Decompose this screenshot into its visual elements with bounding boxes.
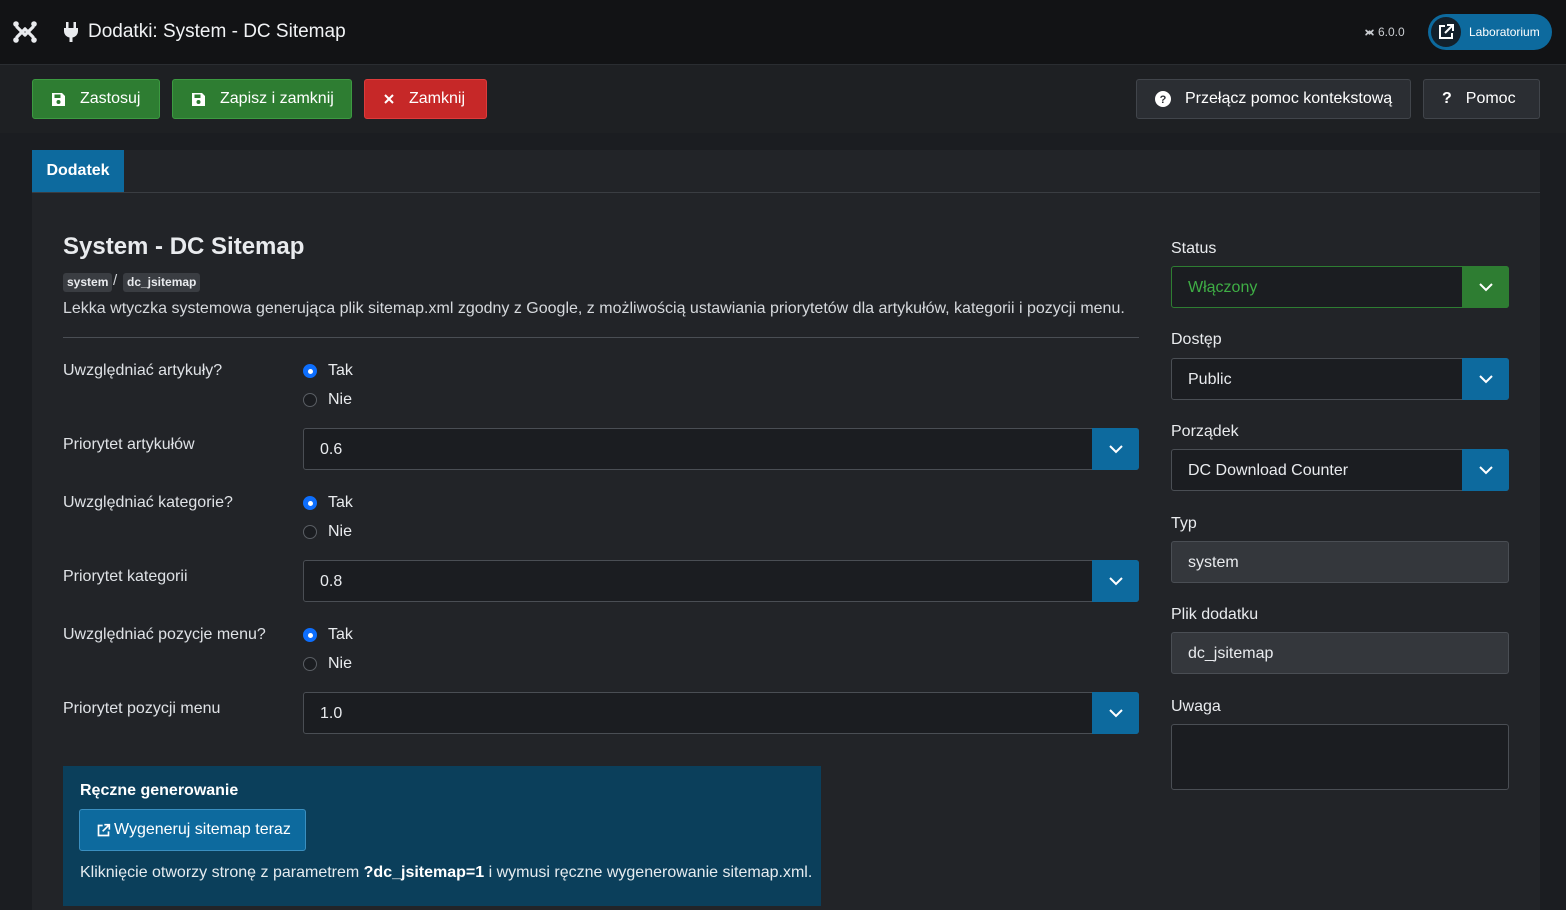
note-textarea[interactable] <box>1171 724 1509 790</box>
save-close-label: Zapisz i zamknij <box>220 90 334 107</box>
version-text: 6.0.0 <box>1378 25 1405 39</box>
status-label: Status <box>1171 240 1217 257</box>
plugin-title: System - DC Sitemap <box>63 233 305 260</box>
version-badge: 6.0.0 <box>1364 25 1405 39</box>
include-articles-label: Uwzględniać artykuły? <box>63 362 223 379</box>
svg-text:?: ? <box>1160 94 1167 106</box>
select-value: Public <box>1188 371 1232 388</box>
categories-priority-label: Priorytet kategorii <box>63 568 188 585</box>
radio-checked[interactable] <box>303 364 317 378</box>
note-text-before: Kliknięcie otworzy stronę z parametrem <box>80 864 364 881</box>
radio-label: Nie <box>328 391 353 408</box>
context-help-button[interactable]: ? Przełącz pomoc kontekstową <box>1136 79 1411 119</box>
plugin-group-badge: system <box>63 273 113 292</box>
tab-divider <box>32 192 1540 193</box>
select-value: DC Download Counter <box>1188 462 1349 479</box>
ordering-label: Porządek <box>1171 423 1239 440</box>
select-value: 0.8 <box>320 573 343 590</box>
note-label: Uwaga <box>1171 698 1221 715</box>
question-circle-icon: ? <box>1155 91 1171 107</box>
menu-priority-select[interactable]: 1.0 <box>303 692 1139 734</box>
close-label: Zamknij <box>409 90 466 107</box>
radio-label: Tak <box>328 626 353 643</box>
apply-label: Zastosuj <box>80 90 141 107</box>
menu-priority-label: Priorytet pozycji menu <box>63 700 221 717</box>
include-menu-no[interactable]: Nie <box>303 655 352 673</box>
close-icon <box>383 93 395 105</box>
close-button[interactable]: Zamknij <box>364 79 487 119</box>
include-menu-label: Uwzględniać pozycje menu? <box>63 626 266 643</box>
include-articles-yes[interactable]: Tak <box>303 362 353 380</box>
plugin-element-badge: dc_jsitemap <box>123 273 201 292</box>
select-value: 1.0 <box>320 705 343 722</box>
radio-unchecked[interactable] <box>303 657 317 671</box>
note-param: ?dc_jsitemap=1 <box>363 864 485 881</box>
save-icon <box>51 92 66 107</box>
chevron-down-icon[interactable] <box>1092 560 1139 602</box>
badge-separator: / <box>113 272 118 289</box>
header-bar: Dodatki: System - DC Sitemap 6.0.0 Labor… <box>0 0 1566 65</box>
context-help-label: Przełącz pomoc kontekstową <box>1185 90 1393 107</box>
external-link-icon <box>1431 17 1461 47</box>
page-title: Dodatki: System - DC Sitemap <box>88 21 346 42</box>
help-label: Pomoc <box>1465 90 1516 107</box>
radio-label: Tak <box>328 494 353 511</box>
note-text-after: i wymusi ręczne wygenerowanie sitemap.xm… <box>484 864 813 881</box>
question-icon: ? <box>1442 90 1452 107</box>
radio-label: Tak <box>328 362 353 379</box>
radio-label: Nie <box>328 523 353 540</box>
radio-checked[interactable] <box>303 496 317 510</box>
chevron-down-icon[interactable] <box>1092 428 1139 470</box>
ordering-select[interactable]: DC Download Counter <box>1171 449 1509 491</box>
type-field: system <box>1171 541 1509 583</box>
help-button[interactable]: ? Pomoc <box>1423 79 1540 119</box>
manual-generation-title: Ręczne generowanie <box>80 782 239 799</box>
manual-generation-note: Kliknięcie otworzy stronę z parametrem ?… <box>80 864 812 882</box>
plug-icon <box>64 22 78 42</box>
chevron-down-icon[interactable] <box>1462 266 1509 308</box>
joomla-logo-icon <box>1365 29 1374 35</box>
field-value: system <box>1188 554 1239 571</box>
plugin-file-label: Plik dodatku <box>1171 606 1259 623</box>
tab-plugin[interactable]: Dodatek <box>32 150 124 192</box>
generate-sitemap-button[interactable]: Wygeneruj sitemap teraz <box>79 809 306 851</box>
toolbar: Zastosuj Zapisz i zamknij Zamknij ? Prze… <box>0 65 1566 133</box>
site-link-label: Laboratorium <box>1469 25 1540 39</box>
chevron-down-icon[interactable] <box>1462 358 1509 400</box>
include-articles-no[interactable]: Nie <box>303 391 352 409</box>
include-categories-label: Uwzględniać kategorie? <box>63 494 233 511</box>
site-link-button[interactable]: Laboratorium <box>1428 14 1552 50</box>
select-value: Włączony <box>1188 279 1258 296</box>
access-select[interactable]: Public <box>1171 358 1509 400</box>
external-link-icon <box>96 823 111 838</box>
plugin-description: Lekka wtyczka systemowa generująca plik … <box>63 300 1125 317</box>
chevron-down-icon[interactable] <box>1092 692 1139 734</box>
plugin-file-field: dc_jsitemap <box>1171 632 1509 674</box>
include-categories-no[interactable]: Nie <box>303 523 352 541</box>
select-value: 0.6 <box>320 441 343 458</box>
radio-unchecked[interactable] <box>303 525 317 539</box>
categories-priority-select[interactable]: 0.8 <box>303 560 1139 602</box>
radio-label: Nie <box>328 655 353 672</box>
save-icon <box>191 92 206 107</box>
include-categories-yes[interactable]: Tak <box>303 494 353 512</box>
type-label: Typ <box>1171 515 1197 532</box>
apply-button[interactable]: Zastosuj <box>32 79 160 119</box>
status-select[interactable]: Włączony <box>1171 266 1509 308</box>
save-close-button[interactable]: Zapisz i zamknij <box>172 79 352 119</box>
joomla-logo-icon[interactable] <box>12 19 38 45</box>
radio-checked[interactable] <box>303 628 317 642</box>
divider <box>63 337 1139 338</box>
access-label: Dostęp <box>1171 331 1222 348</box>
articles-priority-label: Priorytet artykułów <box>63 436 195 453</box>
field-value: dc_jsitemap <box>1188 645 1274 662</box>
radio-unchecked[interactable] <box>303 393 317 407</box>
articles-priority-select[interactable]: 0.6 <box>303 428 1139 470</box>
chevron-down-icon[interactable] <box>1462 449 1509 491</box>
generate-sitemap-label: Wygeneruj sitemap teraz <box>114 821 291 838</box>
include-menu-yes[interactable]: Tak <box>303 626 353 644</box>
